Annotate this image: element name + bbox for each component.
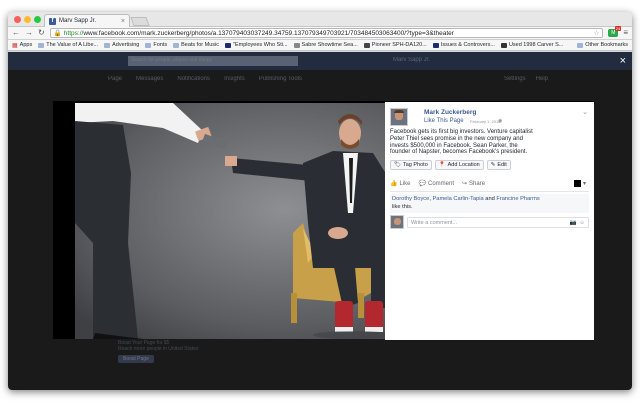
reaction-bar: 👍 Like 💬 Comment ↪ Share ▾ — [390, 180, 586, 187]
apps-grid-icon: ▦ — [12, 42, 18, 49]
globe-icon: ◉ — [498, 118, 503, 124]
folder-icon — [104, 42, 111, 48]
post-timestamp[interactable]: February 1, 2010 — [470, 119, 500, 124]
bookmark-item[interactable]: Sabre Showtime Sea... — [293, 42, 358, 48]
emoji-icon[interactable]: ☺ — [579, 220, 585, 226]
forward-icon[interactable]: → — [25, 29, 33, 37]
page-subnav: Page Messages Notifications Insights Pub… — [108, 76, 548, 90]
close-icon[interactable]: × — [620, 55, 626, 67]
divider — [390, 191, 589, 192]
new-tab-button[interactable] — [130, 17, 150, 26]
bookmarks-bar: ▦ Apps The Value of A Libe... Advertising… — [8, 40, 632, 51]
boost-page-button[interactable]: Boost Page — [118, 355, 154, 363]
tab-insights[interactable]: Insights — [224, 76, 245, 90]
facebook-page: Search for people, places and things Mar… — [8, 52, 632, 390]
edit-button[interactable]: ✎ Edit — [486, 160, 511, 170]
tab-publishing-tools[interactable]: Publishing Tools — [259, 76, 302, 90]
share-button[interactable]: ↪ Share — [462, 180, 485, 188]
title-bar: f Marv Sapp Jr. × — [8, 12, 632, 27]
liker-link[interactable]: Pamela Carlin-Tapia — [432, 196, 483, 202]
bookmark-item[interactable]: Pioneer SPH-DA120... — [363, 42, 427, 48]
comment-placeholder: Write a comment... — [411, 219, 458, 226]
tab-page[interactable]: Page — [108, 76, 122, 90]
folder-icon — [38, 42, 45, 48]
current-user-name[interactable]: Marv Sapp Jr. — [393, 57, 430, 63]
chevron-down-icon: ▾ — [582, 181, 586, 187]
like-button[interactable]: 👍 Like — [390, 180, 411, 188]
facebook-favicon-icon: f — [49, 17, 56, 25]
bookmark-item[interactable]: "Employees Who Sti... — [225, 42, 288, 48]
navigation-bar: ← → ↻ 🔒 https:// www.facebook.com/mark.z… — [8, 26, 632, 40]
page-favicon-icon — [293, 42, 300, 48]
folder-icon — [577, 42, 584, 48]
photo[interactable] — [53, 103, 438, 339]
comment-icon: 💬 — [418, 181, 426, 187]
tag-icon: 🏷 — [394, 162, 401, 168]
commenter-avatar — [390, 215, 404, 229]
photo-image — [53, 103, 438, 339]
photo-caption: Facebook gets its first big investors. V… — [390, 129, 533, 156]
comment-button[interactable]: 💬 Comment — [418, 180, 455, 188]
add-location-button[interactable]: 📍 Add Location — [434, 160, 484, 170]
facebook-top-bar — [8, 52, 632, 70]
promo-text: Reach more people in United States — [118, 346, 199, 352]
location-icon: 📍 — [438, 162, 446, 168]
page-favicon-icon — [432, 42, 439, 48]
extension-badge: 24 — [614, 26, 622, 31]
tab-help[interactable]: Help — [536, 76, 548, 90]
page-favicon-icon — [225, 42, 231, 48]
browser-window: f Marv Sapp Jr. × ← → ↻ 🔒 https:// www.f… — [8, 12, 632, 390]
share-icon: ↪ — [462, 181, 468, 187]
url-text: www.facebook.com/mark.zuckerberg/photos/… — [83, 29, 454, 37]
like-page-link[interactable]: Like This Page — [424, 118, 464, 124]
close-window-button[interactable] — [14, 16, 21, 23]
camera-icon[interactable]: 📷 — [570, 220, 577, 226]
photo-details-panel: Mark Zuckerberg Like This Page February … — [385, 102, 594, 340]
boost-promo: Boost Your Page for $5 Reach more people… — [118, 340, 268, 390]
bookmark-item[interactable]: Issues & Controvers... — [432, 42, 495, 48]
tab-settings[interactable]: Settings — [504, 76, 526, 90]
minimize-window-button[interactable] — [24, 16, 31, 23]
other-bookmarks[interactable]: Other Bookmarks — [577, 42, 628, 48]
tab-title: Marv Sapp Jr. — [59, 18, 97, 24]
likes-suffix: like this. — [392, 203, 413, 210]
page-favicon-icon — [500, 42, 507, 48]
extension-icon[interactable]: M 24 — [608, 26, 622, 37]
bookmark-item[interactable]: Advertising — [104, 42, 139, 48]
folder-icon — [173, 42, 180, 48]
url-scheme: https:// — [63, 29, 84, 37]
author-avatar[interactable] — [390, 108, 408, 126]
search-input[interactable]: Search for people, places and things — [128, 56, 298, 66]
bookmark-star-icon[interactable]: ☆ — [594, 29, 600, 37]
color-swatch — [573, 180, 581, 187]
browser-tab[interactable]: f Marv Sapp Jr. × — [44, 14, 130, 27]
lock-icon: 🔒 — [53, 30, 62, 37]
folder-icon — [145, 42, 152, 48]
pencil-icon: ✎ — [490, 162, 496, 168]
tag-photo-button[interactable]: 🏷 Tag Photo — [390, 160, 432, 170]
bookmark-item[interactable]: Fonts — [145, 42, 167, 48]
author-name[interactable]: Mark Zuckerberg — [424, 109, 476, 116]
zoom-window-button[interactable] — [34, 16, 41, 23]
chevron-down-icon[interactable]: ⌄ — [582, 108, 588, 116]
back-icon[interactable]: ← — [12, 29, 20, 37]
tab-close-icon[interactable]: × — [121, 18, 125, 25]
comment-input[interactable]: Write a comment... 📷 ☺ — [407, 217, 589, 228]
color-picker[interactable]: ▾ — [573, 180, 586, 187]
bookmark-item[interactable]: The Value of A Libe... — [38, 42, 98, 48]
tab-messages[interactable]: Messages — [136, 76, 163, 90]
thumbs-up-icon: 👍 — [390, 181, 398, 187]
likes-summary: Dorothy Boyce, Pamela Carlin-Tapia and F… — [390, 194, 589, 213]
liker-link[interactable]: Francine Pharms — [496, 196, 539, 202]
tab-notifications[interactable]: Notifications — [177, 76, 210, 90]
photo-actions: 🏷 Tag Photo 📍 Add Location ✎ Edit — [390, 160, 511, 170]
liker-link[interactable]: Dorothy Boyce — [392, 196, 429, 202]
bookmark-item[interactable]: Beats for Music — [173, 42, 219, 48]
reload-icon[interactable]: ↻ — [38, 29, 45, 37]
address-bar[interactable]: 🔒 https:// www.facebook.com/mark.zuckerb… — [49, 28, 604, 38]
page-favicon-icon — [363, 42, 370, 48]
bookmark-apps[interactable]: ▦ Apps — [12, 42, 32, 49]
menu-icon[interactable]: ≡ — [623, 29, 628, 37]
bookmark-item[interactable]: Used 1998 Carver S... — [500, 42, 563, 48]
